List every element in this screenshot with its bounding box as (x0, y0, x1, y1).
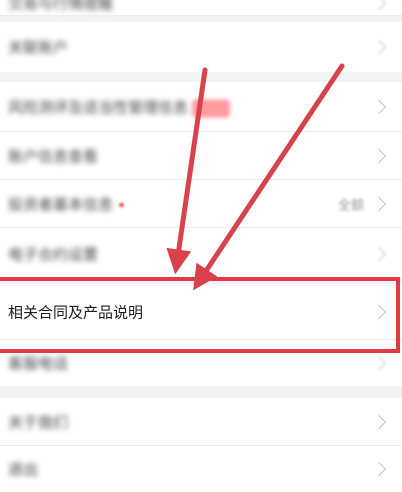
chevron-right-icon (371, 414, 387, 430)
chevron-right-icon (371, 39, 387, 55)
settings-row-linked-account[interactable]: 关联账户 (0, 22, 402, 72)
row-divider (0, 279, 402, 280)
settings-row-customer-service[interactable]: 客服电话 (0, 340, 402, 386)
settings-row-trade-alerts[interactable]: 交易与行情提醒 (0, 0, 402, 16)
settings-row-contracts-and-product-docs[interactable]: 相关合同及产品说明 (0, 284, 402, 340)
settings-row-label: 退出 (8, 460, 39, 479)
settings-row-logout[interactable]: 退出 (0, 446, 402, 492)
settings-row-label: 风险测评及适当性管理信息 (8, 98, 189, 117)
settings-row-value: 全额 (337, 198, 364, 214)
chevron-right-icon (371, 196, 387, 212)
row-divider (0, 15, 402, 16)
settings-row-label: 投资者基本信息 (8, 195, 114, 214)
chevron-right-icon (371, 246, 387, 262)
settings-row-label: 账户信息查看 (8, 147, 99, 166)
settings-row-label: 相关合同及产品说明 (8, 303, 144, 322)
settings-row-label: 关于我们 (8, 413, 69, 432)
chevron-right-icon (371, 304, 387, 320)
settings-row-account-info[interactable]: 账户信息查看 (0, 132, 402, 180)
chevron-right-icon (371, 461, 387, 477)
settings-row-e-contract[interactable]: 电子合约设置 (0, 228, 402, 280)
settings-row-label: 电子合约设置 (8, 245, 99, 264)
chevron-right-icon (371, 355, 387, 371)
chevron-right-icon (371, 99, 387, 115)
notification-dot (119, 202, 125, 208)
chevron-right-icon (371, 148, 387, 164)
settings-row-risk-assessment[interactable]: 风险测评及适当性管理信息 (0, 82, 402, 132)
settings-row-label: 交易与行情提醒 (8, 0, 114, 13)
settings-row-label: 关联账户 (8, 38, 69, 57)
settings-row-label: 客服电话 (8, 354, 69, 373)
chevron-right-icon (371, 0, 387, 11)
settings-row-about[interactable]: 关于我们 (0, 398, 402, 446)
new-badge (192, 99, 231, 117)
settings-row-investor-info[interactable]: 投资者基本信息 全额 (0, 180, 402, 228)
